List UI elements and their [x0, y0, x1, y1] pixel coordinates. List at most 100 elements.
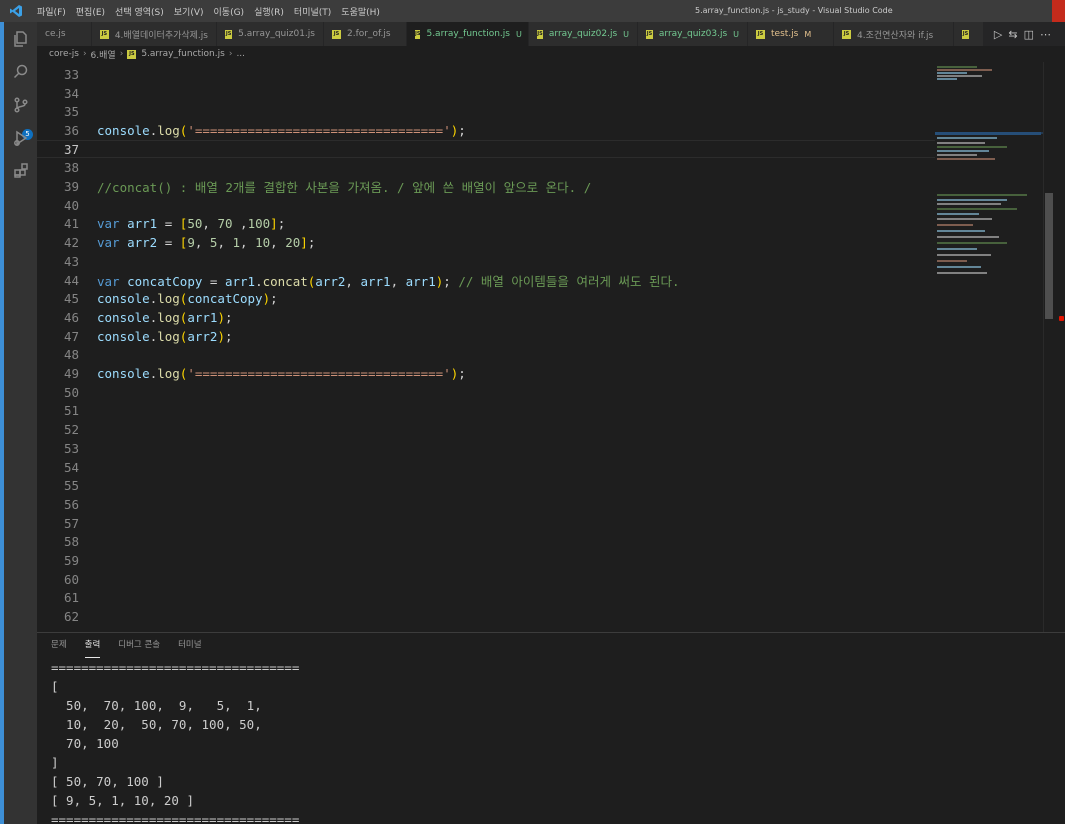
- run-file-icon[interactable]: ▷: [994, 28, 1002, 41]
- tab-status-badge: U: [733, 29, 739, 39]
- editor-tab[interactable]: JS array_quiz02.js U: [529, 22, 638, 46]
- menu-item[interactable]: 터미널(T): [289, 5, 336, 18]
- editor-tab[interactable]: JS 5.array_quiz01.js: [217, 22, 324, 46]
- minimap-line: [937, 248, 977, 250]
- editor-tab[interactable]: JS: [954, 22, 984, 46]
- menu-item[interactable]: 도움말(H): [336, 5, 385, 18]
- menu-item[interactable]: 이동(G): [209, 5, 250, 18]
- code-token: ;: [443, 273, 459, 289]
- code-token: var: [97, 235, 120, 251]
- line-content: console.log(concatCopy);: [97, 291, 278, 306]
- line-number: 51: [63, 403, 79, 419]
- code-token: ,: [240, 235, 256, 251]
- minimap-line: [937, 203, 1001, 205]
- menu-item[interactable]: 보기(V): [169, 5, 209, 18]
- code-token: ]: [270, 216, 278, 232]
- editor-tab[interactable]: ce.js: [37, 22, 92, 46]
- code-token: ,: [217, 235, 233, 251]
- code-line: 55: [37, 476, 1041, 495]
- code-token: //concat() : 배열 2개를 결합한 사본을 가져옴. / 앞에 쓴 …: [97, 180, 592, 196]
- line-number: 60: [63, 571, 79, 587]
- code-token: console: [97, 291, 150, 307]
- code-token: arr1: [224, 273, 256, 289]
- line-number: 48: [63, 347, 79, 363]
- code-token: 100: [247, 216, 271, 232]
- menu-item[interactable]: 선택 영역(S): [110, 5, 169, 18]
- editor-tab[interactable]: JS5.array_function.jsU×: [407, 22, 536, 46]
- breadcrumb-symbol[interactable]: ...: [236, 49, 245, 59]
- editor-tab[interactable]: JS test.js M: [748, 22, 834, 46]
- compare-icon[interactable]: ⇆: [1008, 28, 1017, 41]
- source-control-icon[interactable]: [4, 88, 37, 121]
- code-line: 47 console.log(arr2);: [37, 327, 1041, 346]
- code-token: // 배열 아이템들을 여러게 써도 된다.: [458, 273, 680, 289]
- line-number: 46: [63, 309, 79, 325]
- more-actions-icon[interactable]: ⋯: [1040, 28, 1051, 41]
- minimap[interactable]: [935, 62, 1043, 632]
- minimap-line: [937, 236, 999, 238]
- vertical-scrollbar[interactable]: [1043, 62, 1053, 632]
- search-icon[interactable]: [4, 55, 37, 88]
- minimap-line: [937, 78, 957, 80]
- code-token: 1: [232, 235, 241, 251]
- code-line: 35: [37, 102, 1041, 121]
- code-line: 39 //concat() : 배열 2개를 결합한 사본을 가져옴. / 앞에 …: [37, 177, 1041, 196]
- code-token: ;: [277, 216, 286, 232]
- run-debug-icon[interactable]: [4, 121, 37, 154]
- editor-tab[interactable]: JS 4.배열데이터추가삭제.js: [92, 22, 217, 46]
- extensions-icon[interactable]: [4, 154, 37, 187]
- minimap-line: [937, 218, 992, 220]
- line-number: 39: [63, 179, 79, 195]
- code-token: ;: [307, 235, 316, 251]
- editor-tab[interactable]: JS 2.for_of.js: [324, 22, 407, 46]
- code-token: log: [157, 309, 180, 325]
- code-editor[interactable]: 33 34 35 36 console.log('===================…: [37, 62, 1041, 632]
- code-line: 57: [37, 514, 1041, 533]
- menu-item[interactable]: 파일(F): [32, 5, 71, 18]
- scrollbar-thumb[interactable]: [1045, 193, 1053, 319]
- line-number: 59: [63, 553, 79, 569]
- code-token: 9: [187, 235, 195, 251]
- menu-item[interactable]: 실행(R): [249, 5, 289, 18]
- line-number: 58: [63, 534, 79, 550]
- line-number: 49: [63, 366, 79, 382]
- code-line: 60: [37, 570, 1041, 589]
- panel-tab[interactable]: 디버그 콘솔: [118, 633, 160, 658]
- code-line: 43: [37, 252, 1041, 271]
- minimap-line: [937, 158, 995, 160]
- output-console[interactable]: ================================= [ 50, 7…: [51, 658, 1051, 824]
- code-token: 70: [217, 216, 233, 232]
- minimap-line: [937, 137, 997, 139]
- split-editor-icon[interactable]: ◫: [1024, 28, 1034, 41]
- minimap-line: [937, 272, 987, 274]
- minimap-line: [937, 266, 981, 268]
- menu-item[interactable]: 편집(E): [71, 5, 110, 18]
- panel-tab[interactable]: 문제: [51, 633, 67, 658]
- line-number: 61: [63, 590, 79, 606]
- output-line: 70, 100: [51, 736, 119, 751]
- output-line: 10, 20, 50, 70, 100, 50,: [51, 717, 262, 732]
- error-marker: [1059, 316, 1064, 321]
- tab-label: 5.array_function.js: [426, 29, 510, 39]
- code-token: concatCopy: [127, 273, 203, 289]
- tab-label: 2.for_of.js: [347, 29, 391, 39]
- breadcrumb-folder[interactable]: 6.배열: [91, 48, 116, 61]
- editor-tab[interactable]: JS array_quiz03.js U: [638, 22, 748, 46]
- editor-tab[interactable]: JS 4.조건연산자와 if.js: [834, 22, 954, 46]
- minimap-line: [937, 208, 1017, 210]
- panel-tab[interactable]: 터미널: [178, 633, 201, 658]
- panel-tab[interactable]: 출력: [84, 633, 101, 658]
- minimap-line: [937, 72, 967, 74]
- output-line: =================================: [51, 660, 300, 675]
- line-content: console.log(arr1);: [97, 310, 233, 325]
- close-window-button[interactable]: [1052, 0, 1065, 22]
- output-line: [ 50, 70, 100 ]: [51, 774, 164, 789]
- breadcrumb-file[interactable]: 5.array_function.js: [141, 49, 225, 59]
- line-number: 35: [63, 104, 79, 120]
- code-token: ,: [232, 216, 248, 232]
- breadcrumb-folder-root[interactable]: core-js: [49, 49, 79, 59]
- code-line: 54: [37, 458, 1041, 477]
- explorer-icon[interactable]: [4, 22, 37, 55]
- vscode-logo-icon: [0, 0, 32, 22]
